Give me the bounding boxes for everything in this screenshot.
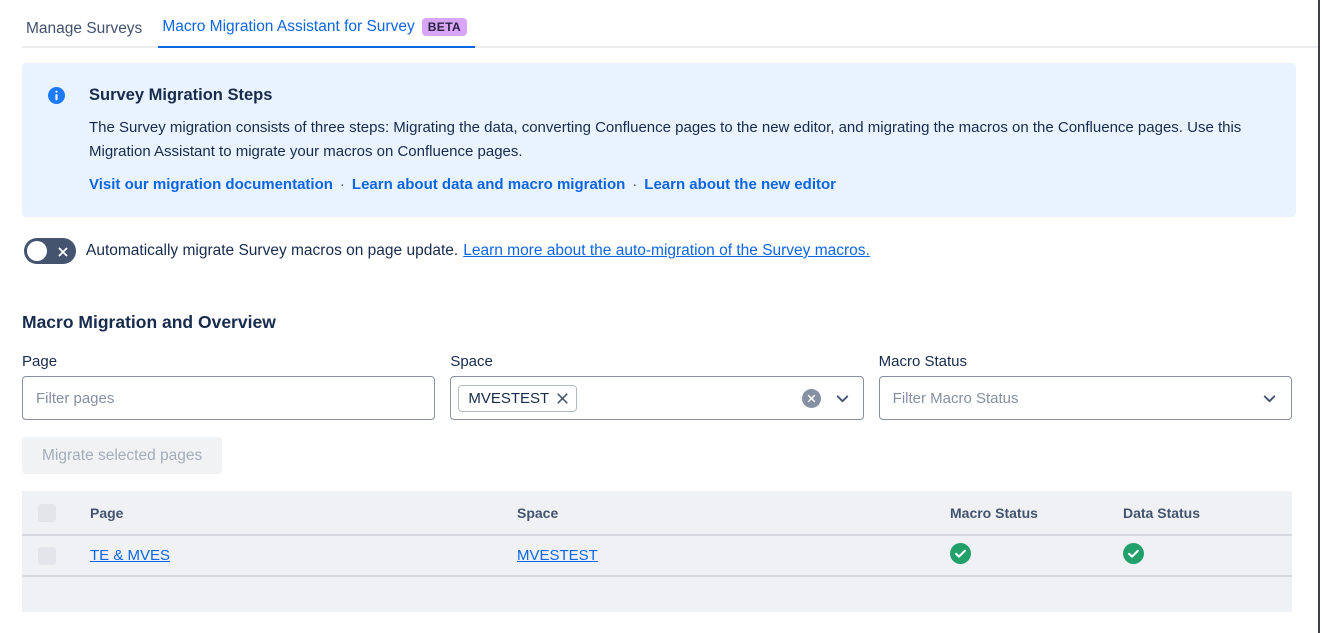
data-status-success-icon (1123, 543, 1144, 564)
auto-migrate-text: Automatically migrate Survey macros on p… (86, 242, 458, 260)
link-separator: · (632, 176, 637, 193)
macro-status-chevron-down-icon (1261, 390, 1278, 407)
column-header-data-status: Data Status (1123, 505, 1292, 521)
auto-migrate-row: Automatically migrate Survey macros on p… (22, 238, 1296, 264)
space-filter-chevron-down-icon[interactable] (834, 390, 851, 407)
space-filter-clear-icon[interactable] (802, 389, 821, 408)
table-header-row: Page Space Macro Status Data Status (22, 491, 1292, 534)
page-filter-label: Page (22, 353, 435, 370)
info-panel-body: The Survey migration consists of three s… (89, 116, 1249, 164)
table-row: TE & MVES MVESTEST (22, 534, 1292, 577)
info-icon (48, 87, 65, 193)
info-panel-links: Visit our migration documentation · Learn … (89, 176, 1249, 193)
toggle-knob (27, 241, 47, 261)
info-panel: Survey Migration Steps The Survey migrat… (22, 63, 1296, 217)
page-filter-field (22, 376, 435, 420)
toggle-off-x-icon (57, 245, 69, 257)
tab-bar: Manage Surveys Macro Migration Assistant… (22, 0, 1318, 48)
space-tag-label: MVESTEST (468, 390, 549, 407)
space-filter-label: Space (450, 353, 863, 370)
column-header-space: Space (517, 505, 950, 521)
tab-macro-migration-label: Macro Migration Assistant for Survey (162, 18, 414, 36)
migrate-selected-pages-button[interactable]: Migrate selected pages (22, 437, 222, 474)
macro-status-filter-label: Macro Status (879, 353, 1292, 370)
link-separator: · (340, 176, 345, 193)
tab-manage-surveys[interactable]: Manage Surveys (22, 20, 150, 48)
window-edge-line (1318, 0, 1320, 633)
macro-status-success-icon (950, 543, 971, 564)
row-checkbox[interactable] (38, 547, 56, 565)
select-all-checkbox[interactable] (38, 504, 56, 522)
migration-table: Page Space Macro Status Data Status TE &… (22, 491, 1292, 612)
page-link[interactable]: TE & MVES (90, 547, 170, 564)
macro-status-placeholder: Filter Macro Status (893, 390, 1019, 407)
link-data-macro-migration[interactable]: Learn about data and macro migration (352, 176, 625, 193)
space-link[interactable]: MVESTEST (517, 547, 598, 564)
space-tag: MVESTEST (458, 385, 577, 412)
link-new-editor[interactable]: Learn about the new editor (644, 176, 836, 193)
section-title: Macro Migration and Overview (22, 312, 1296, 333)
beta-badge: BETA (422, 18, 467, 36)
macro-status-filter-select[interactable]: Filter Macro Status (879, 376, 1292, 420)
info-panel-title: Survey Migration Steps (89, 86, 1249, 105)
column-header-page: Page (90, 505, 517, 521)
space-filter-select[interactable]: MVESTEST (450, 376, 863, 420)
auto-migrate-toggle[interactable] (24, 238, 76, 264)
page-filter-input[interactable] (23, 377, 434, 419)
tab-manage-surveys-label: Manage Surveys (26, 20, 142, 38)
auto-migration-learn-more-link[interactable]: Learn more about the auto-migration of t… (463, 242, 870, 260)
column-header-macro-status: Macro Status (950, 505, 1123, 521)
space-tag-remove-icon[interactable] (556, 392, 569, 405)
tab-macro-migration-assistant[interactable]: Macro Migration Assistant for Survey BET… (158, 18, 475, 48)
link-migration-documentation[interactable]: Visit our migration documentation (89, 176, 333, 193)
filters-row: Page Space MVESTEST (22, 353, 1292, 420)
